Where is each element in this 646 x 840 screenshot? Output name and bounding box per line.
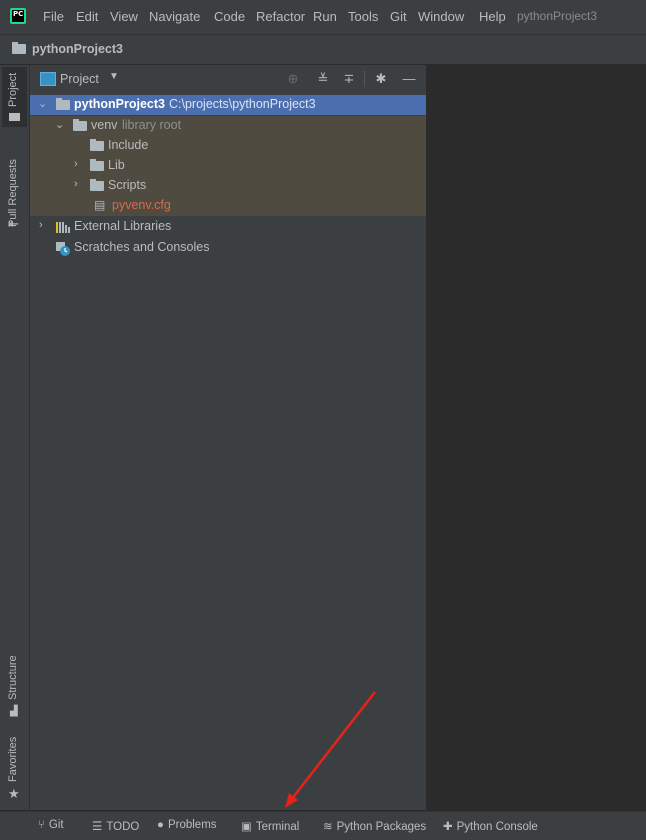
- tree-item-note: library root: [122, 118, 182, 132]
- tree-row-pythonproject3[interactable]: ⌄ pythonProject3 C:\projects\pythonProje…: [30, 95, 426, 115]
- warning-icon: ●: [157, 819, 164, 831]
- chevron-right-icon[interactable]: ›: [39, 219, 43, 231]
- tab-structure[interactable]: Structure ▟: [2, 650, 27, 717]
- tool-git[interactable]: ⑂ Git: [38, 819, 64, 831]
- menu-view[interactable]: View: [110, 9, 138, 24]
- menu-navigate[interactable]: Navigate: [149, 9, 200, 24]
- terminal-icon: ▣: [241, 821, 252, 833]
- menu-refactor[interactable]: Refactor: [256, 9, 305, 24]
- tree-row-external-libraries[interactable]: › External Libraries: [30, 217, 426, 237]
- tree-item-label: pyvenv.cfg: [112, 198, 171, 212]
- header-divider: [364, 71, 365, 87]
- hide-panel-icon[interactable]: —: [400, 70, 418, 88]
- tab-favorites-label: Favorites: [7, 736, 19, 782]
- tab-project[interactable]: Project: [2, 67, 27, 127]
- tree-row-scripts[interactable]: › Scripts: [30, 176, 426, 196]
- menu-tools[interactable]: Tools: [348, 9, 378, 24]
- tree-item-label: External Libraries: [74, 219, 172, 233]
- chevron-down-icon[interactable]: ⌄: [55, 118, 64, 131]
- folder-icon: [56, 98, 70, 110]
- tool-todo-label: TODO: [106, 821, 140, 833]
- window-title: pythonProject3: [517, 9, 598, 23]
- menu-help[interactable]: Help: [479, 9, 506, 24]
- menu-run[interactable]: Run: [313, 9, 337, 24]
- tree-row-pyvenv-cfg[interactable]: ▤ pyvenv.cfg: [30, 196, 426, 216]
- project-panel: Project ▼ ⊕ ≚ ∓ ✱ — ⌄ pythonProject3 C:\…: [30, 65, 426, 810]
- tree-item-path: C:\projects\pythonProject3: [169, 97, 316, 111]
- file-icon: ▤: [94, 198, 106, 212]
- folder-icon: [90, 179, 104, 191]
- tool-python-packages-label: Python Packages: [336, 821, 427, 833]
- tree-item-label: Lib: [108, 158, 125, 172]
- star-icon: ★: [8, 786, 20, 801]
- chevron-down-icon[interactable]: ▼: [109, 71, 119, 82]
- chevron-down-icon[interactable]: ⌄: [38, 97, 47, 110]
- expand-all-icon[interactable]: ≚: [314, 70, 332, 88]
- panel-header: Project ▼ ⊕ ≚ ∓ ✱ —: [30, 65, 426, 93]
- tree-row-include[interactable]: Include: [30, 136, 426, 156]
- menu-bar: PC File Edit View Navigate Code Refactor…: [0, 0, 646, 35]
- tool-python-packages[interactable]: ≋ Python Packages: [323, 819, 426, 833]
- folder-icon: [9, 113, 20, 121]
- locate-icon[interactable]: ⊕: [284, 70, 302, 88]
- tool-window-bar: ⑂ Git ☰ TODO ● Problems ▣ Terminal ≋ Python P…: [0, 811, 646, 840]
- list-icon: ☰: [92, 821, 103, 833]
- collapse-all-icon[interactable]: ∓: [340, 70, 358, 88]
- menu-file[interactable]: File: [43, 9, 64, 24]
- panel-title[interactable]: Project: [60, 72, 99, 86]
- breadcrumb-project[interactable]: pythonProject3: [32, 42, 123, 56]
- layers-icon: ≋: [323, 821, 333, 833]
- gear-icon[interactable]: ✱: [372, 70, 390, 88]
- tool-python-console-label: Python Console: [456, 821, 538, 833]
- tab-project-label: Project: [7, 72, 19, 107]
- structure-icon: ▟: [10, 706, 18, 717]
- pull-request-icon: ⇤: [8, 216, 19, 231]
- tree-row-lib[interactable]: › Lib: [30, 156, 426, 176]
- tool-git-label: Git: [48, 819, 64, 831]
- python-icon: ✚: [443, 821, 453, 833]
- chevron-right-icon[interactable]: ›: [74, 158, 78, 170]
- editor-area[interactable]: [427, 65, 646, 810]
- git-branch-icon: ⑂: [38, 819, 45, 831]
- menu-edit[interactable]: Edit: [76, 9, 98, 24]
- tree-item-label: venv: [91, 118, 118, 132]
- project-view-icon: [40, 72, 56, 86]
- tool-todo[interactable]: ☰ TODO: [92, 819, 139, 833]
- chevron-right-icon[interactable]: ›: [74, 178, 78, 190]
- menu-git[interactable]: Git: [390, 9, 407, 24]
- pycharm-logo-icon: PC: [10, 8, 26, 24]
- tool-terminal[interactable]: ▣ Terminal: [241, 819, 299, 833]
- tree-item-label: pythonProject3: [74, 97, 165, 111]
- menu-code[interactable]: Code: [214, 9, 245, 24]
- folder-icon: [73, 119, 87, 131]
- tab-structure-label: Structure: [7, 655, 19, 700]
- tab-favorites[interactable]: Favorites ★: [2, 730, 27, 801]
- tree-row-scratches[interactable]: Scratches and Consoles: [30, 238, 426, 258]
- tool-problems[interactable]: ● Problems: [157, 819, 217, 831]
- folder-icon: [12, 42, 26, 54]
- tree-item-label: Include: [108, 138, 149, 152]
- menu-window[interactable]: Window: [418, 9, 464, 24]
- tree-item-label: Scripts: [108, 178, 147, 192]
- tool-problems-label: Problems: [167, 819, 217, 831]
- folder-icon: [90, 159, 104, 171]
- navigation-bar: pythonProject3: [0, 35, 646, 65]
- scratches-icon: [56, 242, 70, 256]
- tool-python-console[interactable]: ✚ Python Console: [443, 819, 538, 833]
- folder-icon: [90, 139, 104, 151]
- tool-terminal-label: Terminal: [255, 821, 300, 833]
- left-tool-strip: Project Pull Requests ⇤ Structure ▟ Favo…: [0, 65, 30, 810]
- tree-item-label: Scratches and Consoles: [74, 240, 210, 254]
- libraries-icon: [56, 221, 70, 233]
- tree-row-venv[interactable]: ⌄ venv library root: [30, 116, 426, 136]
